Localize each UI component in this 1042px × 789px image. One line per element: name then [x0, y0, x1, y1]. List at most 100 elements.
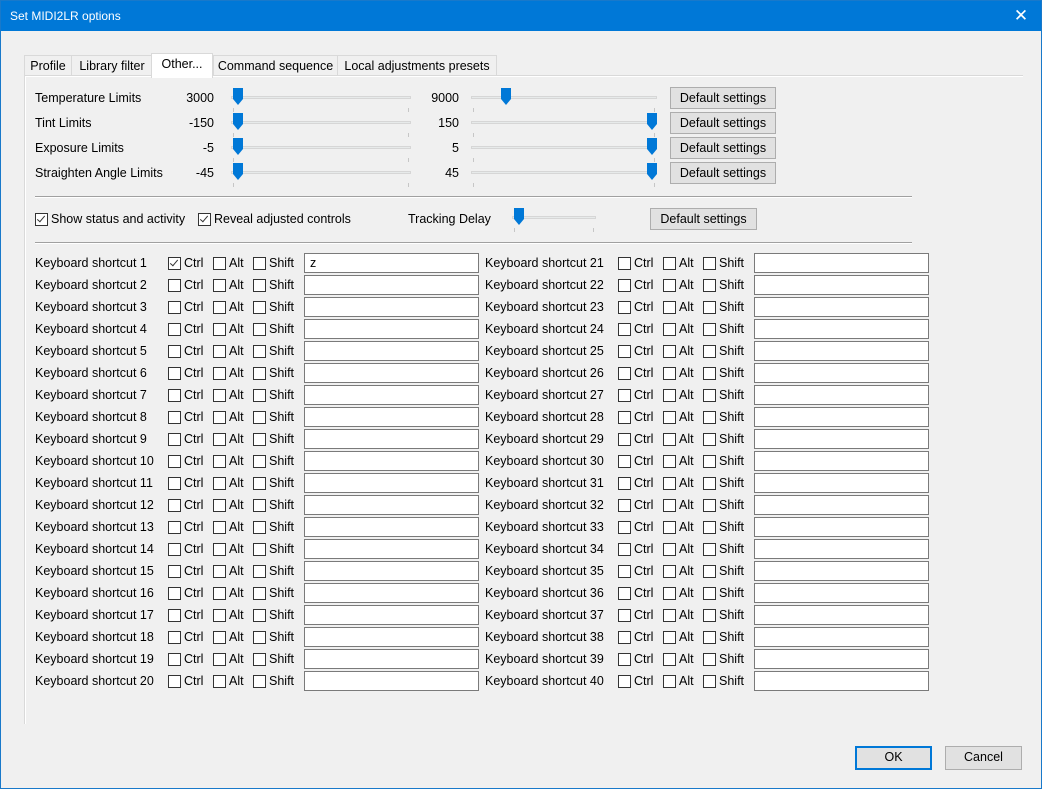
- shortcut-39-ctrl-checkbox[interactable]: [618, 653, 631, 666]
- shortcut-9-key-input[interactable]: [304, 429, 479, 449]
- shortcut-13-shift-checkbox[interactable]: [253, 521, 266, 534]
- shortcut-4-shift-checkbox[interactable]: [253, 323, 266, 336]
- shortcut-37-ctrl-label[interactable]: Ctrl: [634, 608, 653, 622]
- shortcut-36-ctrl-label[interactable]: Ctrl: [634, 586, 653, 600]
- shortcut-34-key-input[interactable]: [754, 539, 929, 559]
- shortcut-24-ctrl-label[interactable]: Ctrl: [634, 322, 653, 336]
- shortcut-36-ctrl-checkbox[interactable]: [618, 587, 631, 600]
- shortcut-10-key-input[interactable]: [304, 451, 479, 471]
- shortcut-15-ctrl-checkbox[interactable]: [168, 565, 181, 578]
- shortcut-5-alt-checkbox[interactable]: [213, 345, 226, 358]
- shortcut-8-ctrl-checkbox[interactable]: [168, 411, 181, 424]
- shortcut-34-shift-checkbox[interactable]: [703, 543, 716, 556]
- shortcut-2-ctrl-checkbox[interactable]: [168, 279, 181, 292]
- temperature-default-button[interactable]: Default settings: [670, 87, 776, 109]
- shortcut-14-ctrl-label[interactable]: Ctrl: [184, 542, 203, 556]
- shortcut-6-alt-label[interactable]: Alt: [229, 366, 244, 380]
- shortcut-39-ctrl-label[interactable]: Ctrl: [634, 652, 653, 666]
- shortcut-31-alt-label[interactable]: Alt: [679, 476, 694, 490]
- shortcut-1-ctrl-label[interactable]: Ctrl: [184, 256, 203, 270]
- shortcut-32-key-input[interactable]: [754, 495, 929, 515]
- shortcut-5-ctrl-label[interactable]: Ctrl: [184, 344, 203, 358]
- shortcut-22-shift-checkbox[interactable]: [703, 279, 716, 292]
- shortcut-20-shift-checkbox[interactable]: [253, 675, 266, 688]
- shortcut-37-shift-label[interactable]: Shift: [719, 608, 744, 622]
- shortcut-15-shift-label[interactable]: Shift: [269, 564, 294, 578]
- shortcut-11-ctrl-label[interactable]: Ctrl: [184, 476, 203, 490]
- shortcut-23-ctrl-checkbox[interactable]: [618, 301, 631, 314]
- shortcut-27-shift-checkbox[interactable]: [703, 389, 716, 402]
- shortcut-2-shift-checkbox[interactable]: [253, 279, 266, 292]
- exposure-min-slider-track[interactable]: [231, 146, 411, 149]
- shortcut-32-alt-label[interactable]: Alt: [679, 498, 694, 512]
- shortcut-20-ctrl-checkbox[interactable]: [168, 675, 181, 688]
- temperature-min-slider-thumb[interactable]: [233, 88, 243, 105]
- shortcut-12-key-input[interactable]: [304, 495, 479, 515]
- shortcut-7-alt-label[interactable]: Alt: [229, 388, 244, 402]
- shortcut-16-ctrl-checkbox[interactable]: [168, 587, 181, 600]
- shortcut-30-ctrl-checkbox[interactable]: [618, 455, 631, 468]
- shortcut-31-alt-checkbox[interactable]: [663, 477, 676, 490]
- shortcut-7-ctrl-checkbox[interactable]: [168, 389, 181, 402]
- shortcut-34-shift-label[interactable]: Shift: [719, 542, 744, 556]
- shortcut-8-alt-label[interactable]: Alt: [229, 410, 244, 424]
- shortcut-11-alt-checkbox[interactable]: [213, 477, 226, 490]
- shortcut-23-key-input[interactable]: [754, 297, 929, 317]
- shortcut-40-ctrl-label[interactable]: Ctrl: [634, 674, 653, 688]
- exposure-default-button[interactable]: Default settings: [670, 137, 776, 159]
- shortcut-25-key-input[interactable]: [754, 341, 929, 361]
- shortcut-9-alt-label[interactable]: Alt: [229, 432, 244, 446]
- straighten-angle-max-slider-track[interactable]: [471, 171, 657, 174]
- shortcut-38-alt-checkbox[interactable]: [663, 631, 676, 644]
- shortcut-18-key-input[interactable]: [304, 627, 479, 647]
- shortcut-4-ctrl-label[interactable]: Ctrl: [184, 322, 203, 336]
- shortcut-26-ctrl-label[interactable]: Ctrl: [634, 366, 653, 380]
- shortcut-26-key-input[interactable]: [754, 363, 929, 383]
- shortcut-20-alt-checkbox[interactable]: [213, 675, 226, 688]
- shortcut-35-shift-label[interactable]: Shift: [719, 564, 744, 578]
- shortcut-30-ctrl-label[interactable]: Ctrl: [634, 454, 653, 468]
- shortcut-32-ctrl-label[interactable]: Ctrl: [634, 498, 653, 512]
- shortcut-27-ctrl-checkbox[interactable]: [618, 389, 631, 402]
- shortcut-10-ctrl-checkbox[interactable]: [168, 455, 181, 468]
- shortcut-8-ctrl-label[interactable]: Ctrl: [184, 410, 203, 424]
- shortcut-19-ctrl-label[interactable]: Ctrl: [184, 652, 203, 666]
- shortcut-4-shift-label[interactable]: Shift: [269, 322, 294, 336]
- shortcut-12-shift-checkbox[interactable]: [253, 499, 266, 512]
- shortcut-33-ctrl-label[interactable]: Ctrl: [634, 520, 653, 534]
- shortcut-31-ctrl-checkbox[interactable]: [618, 477, 631, 490]
- shortcut-38-ctrl-checkbox[interactable]: [618, 631, 631, 644]
- shortcut-16-key-input[interactable]: [304, 583, 479, 603]
- shortcut-26-alt-checkbox[interactable]: [663, 367, 676, 380]
- shortcut-7-shift-label[interactable]: Shift: [269, 388, 294, 402]
- shortcut-18-shift-label[interactable]: Shift: [269, 630, 294, 644]
- shortcut-18-shift-checkbox[interactable]: [253, 631, 266, 644]
- shortcut-10-shift-label[interactable]: Shift: [269, 454, 294, 468]
- shortcut-17-ctrl-checkbox[interactable]: [168, 609, 181, 622]
- shortcut-22-ctrl-checkbox[interactable]: [618, 279, 631, 292]
- shortcut-6-alt-checkbox[interactable]: [213, 367, 226, 380]
- shortcut-39-shift-label[interactable]: Shift: [719, 652, 744, 666]
- show-status-checkbox[interactable]: [35, 213, 48, 226]
- shortcut-24-alt-checkbox[interactable]: [663, 323, 676, 336]
- shortcut-15-key-input[interactable]: [304, 561, 479, 581]
- shortcut-13-shift-label[interactable]: Shift: [269, 520, 294, 534]
- shortcut-2-key-input[interactable]: [304, 275, 479, 295]
- shortcut-27-alt-label[interactable]: Alt: [679, 388, 694, 402]
- shortcut-22-alt-label[interactable]: Alt: [679, 278, 694, 292]
- shortcut-26-alt-label[interactable]: Alt: [679, 366, 694, 380]
- shortcut-37-alt-checkbox[interactable]: [663, 609, 676, 622]
- shortcut-23-ctrl-label[interactable]: Ctrl: [634, 300, 653, 314]
- shortcut-27-alt-checkbox[interactable]: [663, 389, 676, 402]
- shortcut-39-alt-label[interactable]: Alt: [679, 652, 694, 666]
- shortcut-8-alt-checkbox[interactable]: [213, 411, 226, 424]
- shortcut-35-alt-checkbox[interactable]: [663, 565, 676, 578]
- shortcut-1-ctrl-checkbox[interactable]: [168, 257, 181, 270]
- shortcut-21-shift-label[interactable]: Shift: [719, 256, 744, 270]
- shortcut-5-key-input[interactable]: [304, 341, 479, 361]
- shortcut-4-alt-checkbox[interactable]: [213, 323, 226, 336]
- shortcut-6-ctrl-checkbox[interactable]: [168, 367, 181, 380]
- shortcut-10-ctrl-label[interactable]: Ctrl: [184, 454, 203, 468]
- shortcut-35-key-input[interactable]: [754, 561, 929, 581]
- shortcut-40-alt-checkbox[interactable]: [663, 675, 676, 688]
